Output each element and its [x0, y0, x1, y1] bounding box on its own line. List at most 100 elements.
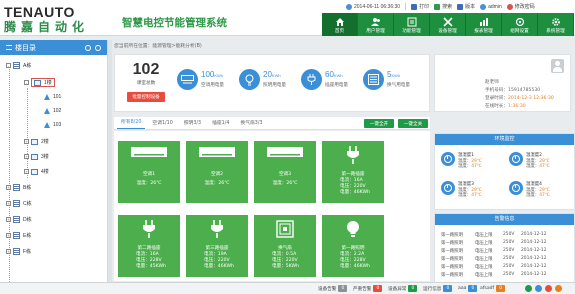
expand-toggle-icon[interactable]: + — [24, 139, 29, 144]
version-link[interactable]: 版本 — [457, 3, 475, 10]
tree-node-floor-1[interactable]: - 1楼 — [24, 78, 55, 87]
expand-all-icon[interactable] — [85, 44, 91, 51]
sidebar-collapse-handle[interactable] — [108, 40, 112, 294]
nav-network-settings[interactable]: 组网设置 — [502, 13, 538, 36]
tree-node-building-e[interactable]: + E栋 — [6, 232, 31, 239]
user-icon — [480, 3, 487, 10]
open-all-button[interactable]: 一键全开 — [364, 119, 394, 128]
expand-toggle-icon[interactable]: + — [6, 185, 11, 190]
device-card-fan[interactable]: 换气扇 电流：0.5A 电压：220V 电量：5KWh — [254, 215, 316, 277]
company-logo[interactable]: TENAUTO 腾嘉自动化 — [4, 5, 116, 34]
tree-node-room-102[interactable]: 102 — [44, 108, 61, 114]
device-card-light-1[interactable]: 第一路照明 电流：2.2A 电压：228V 电量：46KWh — [322, 215, 384, 277]
floor-icon — [34, 79, 41, 86]
status-afsadf[interactable]: afsadf 0 — [480, 285, 506, 292]
tab-socket[interactable]: 插座1/4 — [208, 119, 233, 129]
alarm-title: 告警信息 — [435, 214, 574, 225]
alarm-row[interactable]: 第一路照明 电压上限 250V 2014-12-12 — [441, 264, 547, 270]
search-link[interactable]: 搜索 — [434, 3, 452, 10]
status-run-info[interactable]: 运行信息 0 — [423, 285, 453, 292]
floor-icon — [31, 168, 38, 175]
alarm-row[interactable]: 第一路照明 电压上限 250V 2014-12-12 — [441, 232, 547, 238]
nav-device-management[interactable]: 设备管理 — [430, 13, 466, 36]
tree-node-room-101[interactable]: 101 — [44, 94, 61, 100]
stat-unit: KWh — [391, 73, 401, 78]
alarm-row[interactable]: 第一路照明 电压上限 250V 2014-12-12 — [441, 272, 547, 278]
stat-ventilation: 5KWh 换气用电量 — [363, 69, 410, 90]
collapse-toggle-icon[interactable]: - — [24, 80, 29, 85]
nav-user-management[interactable]: 用户管理 — [358, 13, 394, 36]
tree-node-room-103[interactable]: 103 — [44, 122, 61, 128]
device-name: 空调2 — [210, 172, 224, 177]
device-card-aircon-1[interactable]: 空调1 温度：26℃ — [118, 141, 180, 203]
power-icon[interactable] — [525, 285, 532, 292]
tree-node-building-f[interactable]: + F栋 — [6, 248, 31, 255]
tree-node-building-c[interactable]: + C栋 — [6, 200, 32, 207]
batch-control-button[interactable]: 批量控制设备 — [127, 92, 165, 102]
status-aaa[interactable]: aaa 0 — [458, 285, 478, 292]
status-severe-alarm[interactable]: 严重告警 0 — [353, 285, 383, 292]
device-card-socket-2[interactable]: 第二路插座 电流：16A 电压：228V 电量：45KWh — [118, 215, 180, 277]
alarm-row[interactable]: 第一路照明 电压上限 250V 2014-12-12 — [441, 240, 547, 246]
device-card-socket-1[interactable]: 第一路插座 电流：16A 电压：220V 电量：46KWh — [322, 141, 384, 203]
tree-node-building-b[interactable]: + B栋 — [6, 184, 31, 191]
gauge-icon — [509, 181, 523, 195]
status-device-error[interactable]: 设备异常 0 — [388, 285, 418, 292]
alert-icon[interactable] — [545, 285, 552, 292]
lightbulb-icon — [239, 69, 260, 90]
alarm-row[interactable]: 第一路照明 电压上限 250V 2014-12-12 — [441, 248, 547, 254]
change-password-link[interactable]: 修改密码 — [506, 3, 535, 10]
building-icon — [13, 200, 20, 207]
sensor-3[interactable]: 温湿度3 温度：29℃ 湿度：47℃ — [441, 181, 482, 198]
tree-node-floor-3[interactable]: + 3楼 — [24, 153, 49, 160]
tab-lighting[interactable]: 照明3/3 — [180, 119, 205, 129]
sensor-4[interactable]: 温湿度4 温度：29℃ 湿度：47℃ — [509, 181, 550, 198]
sound-icon[interactable] — [535, 285, 542, 292]
gauge-icon — [509, 152, 523, 166]
building-icon — [13, 184, 20, 191]
building-icon — [13, 232, 20, 239]
tree-node-building-d[interactable]: + D栋 — [6, 216, 32, 223]
alarm-row[interactable]: 第一路照明 电压上限 250V 2014-12-12 — [441, 256, 547, 262]
stat-label: 照明用电量 — [263, 83, 286, 88]
tree-node-building-a[interactable]: - A栋 — [6, 62, 31, 69]
expand-toggle-icon[interactable]: + — [6, 217, 11, 222]
tab-aircon[interactable]: 空调1/10 — [148, 119, 176, 129]
print-link[interactable]: 打印 — [411, 3, 429, 10]
classroom-count: 102 课室总数 批量控制设备 — [121, 61, 171, 102]
nav-report-management[interactable]: 报表管理 — [466, 13, 502, 36]
device-info: 电流：16A 电压：220V 电量：46KWh — [340, 178, 370, 195]
collapse-toggle-icon[interactable]: - — [6, 63, 11, 68]
device-grid: 空调1 温度：26℃ 空调2 温度：26℃ 空调3 温度：26℃ 第一路插座 电… — [114, 131, 430, 281]
main-nav: 首页 用户管理 功能管理 设备管理 报表管理 组网设置 系统管理 — [322, 13, 575, 36]
fan-icon — [363, 69, 384, 90]
device-card-aircon-3[interactable]: 空调3 温度：26℃ — [254, 141, 316, 203]
sensor-2[interactable]: 温湿度2 温度：29℃ 湿度：47℃ — [509, 152, 550, 169]
nav-system-management[interactable]: 系统管理 — [538, 13, 574, 36]
system-title: 智慧电控节能管理系统 — [122, 17, 227, 29]
stat-label: 换气用电量 — [387, 83, 410, 88]
user-link[interactable]: admin — [480, 3, 502, 10]
expand-toggle-icon[interactable]: + — [6, 233, 11, 238]
tree-node-floor-4[interactable]: + 4楼 — [24, 168, 49, 175]
tab-all[interactable]: 所有8/20 — [117, 118, 146, 129]
sensor-1[interactable]: 温湿度1 温度：29℃ 湿度：47℃ — [441, 152, 482, 169]
info-icon[interactable] — [555, 285, 562, 292]
expand-toggle-icon[interactable]: + — [24, 154, 29, 159]
device-card-aircon-2[interactable]: 空调2 温度：26℃ — [186, 141, 248, 203]
status-device-alarm[interactable]: 设备告警 0 — [318, 285, 348, 292]
expand-toggle-icon[interactable]: + — [6, 201, 11, 206]
device-card-socket-3[interactable]: 第三路插座 电流：19A 电压：220V 电量：46KWh — [186, 215, 248, 277]
close-all-button[interactable]: 一键全关 — [398, 119, 428, 128]
tree-node-floor-2[interactable]: + 2楼 — [24, 138, 49, 145]
nav-home[interactable]: 首页 — [322, 13, 358, 36]
tab-fan[interactable]: 换气扇3/3 — [236, 119, 266, 129]
users-icon — [370, 18, 380, 26]
plug-icon — [301, 69, 322, 90]
expand-toggle-icon[interactable]: + — [6, 249, 11, 254]
collapse-all-icon[interactable] — [95, 44, 101, 51]
aircon-icon — [131, 147, 167, 157]
expand-toggle-icon[interactable]: + — [24, 169, 29, 174]
sensor-name: 温湿度3 — [458, 182, 474, 187]
nav-function-management[interactable]: 功能管理 — [394, 13, 430, 36]
